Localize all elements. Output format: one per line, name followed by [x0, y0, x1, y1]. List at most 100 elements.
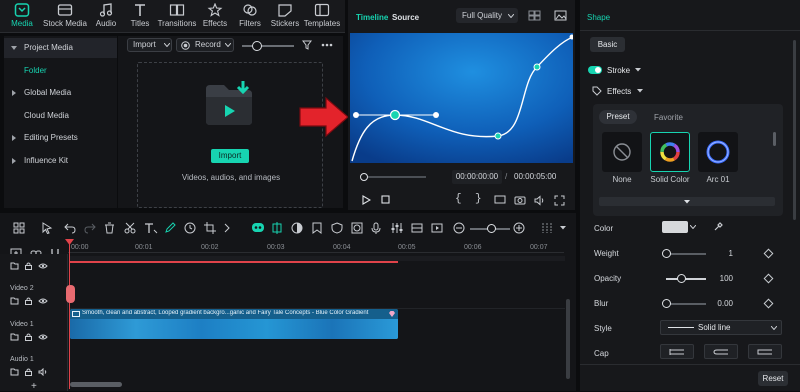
- mask-icon[interactable]: [351, 222, 363, 234]
- snapshot-image-icon[interactable]: [554, 10, 567, 21]
- folder-icon[interactable]: [10, 368, 19, 376]
- lock-icon[interactable]: [24, 262, 33, 270]
- cap-butt-option[interactable]: [660, 344, 694, 359]
- playhead[interactable]: [69, 239, 70, 389]
- import-button[interactable]: Import: [211, 149, 249, 163]
- tab-basic[interactable]: Basic: [590, 37, 625, 52]
- snapshot-icon[interactable]: [411, 222, 423, 234]
- keyframe-diamond-icon[interactable]: [763, 248, 774, 259]
- pen-draw-icon[interactable]: [164, 222, 176, 234]
- mark-out-icon[interactable]: }: [475, 193, 482, 205]
- ai-smart-icon[interactable]: [251, 221, 265, 234]
- preset-arc-01[interactable]: [698, 132, 738, 172]
- tab-preset[interactable]: Preset: [599, 110, 637, 124]
- split-scissors-icon[interactable]: [124, 222, 136, 234]
- import-dropdown[interactable]: Import: [127, 38, 172, 52]
- nav-templates[interactable]: Templates: [301, 2, 343, 32]
- cap-round-option[interactable]: [704, 344, 738, 359]
- audio-mixer-icon[interactable]: [391, 222, 403, 234]
- weight-slider-knob[interactable]: [662, 249, 671, 258]
- sidebar-item-folder[interactable]: Folder: [4, 61, 117, 81]
- mark-in-icon[interactable]: {: [455, 193, 462, 205]
- panel-scrollbar[interactable]: [793, 40, 796, 220]
- stroke-toggle[interactable]: [588, 66, 602, 74]
- blur-slider[interactable]: [666, 303, 706, 305]
- eye-icon[interactable]: [38, 262, 48, 270]
- sidebar-item-project-media[interactable]: Project Media: [4, 38, 117, 58]
- text-tool-icon[interactable]: [144, 222, 158, 234]
- opacity-slider[interactable]: [666, 278, 706, 280]
- preview-canvas[interactable]: [350, 33, 573, 163]
- preset-none[interactable]: [602, 132, 642, 172]
- track-layout-icon[interactable]: [541, 222, 553, 234]
- zoom-out-icon[interactable]: [453, 222, 465, 234]
- opacity-slider-knob[interactable]: [677, 274, 686, 283]
- lock-icon[interactable]: [24, 297, 33, 305]
- nav-titles[interactable]: Titles: [120, 2, 160, 32]
- lock-icon[interactable]: [24, 333, 33, 341]
- cap-square-option[interactable]: [748, 344, 782, 359]
- playhead-handle[interactable]: [66, 285, 75, 303]
- thumbnail-size-knob[interactable]: [252, 41, 262, 51]
- color-swatch[interactable]: [662, 221, 688, 233]
- delete-trash-icon[interactable]: [104, 222, 115, 234]
- weight-value[interactable]: 1: [717, 249, 733, 258]
- shield-icon[interactable]: [331, 222, 343, 234]
- chevron-down-icon[interactable]: [690, 225, 696, 229]
- marker-icon[interactable]: [311, 222, 323, 234]
- color-match-icon[interactable]: [291, 222, 303, 234]
- folder-icon[interactable]: [10, 333, 19, 341]
- volume-icon[interactable]: [534, 195, 545, 206]
- fullscreen-icon[interactable]: [554, 195, 565, 206]
- reset-button[interactable]: Reset: [758, 371, 788, 386]
- timeline-zoom-knob[interactable]: [487, 224, 496, 233]
- zoom-in-icon[interactable]: [513, 222, 525, 234]
- render-preview-icon[interactable]: [431, 222, 443, 234]
- crop-icon[interactable]: [204, 222, 216, 234]
- weight-slider[interactable]: [666, 253, 706, 255]
- thumbnail-size-slider[interactable]: [242, 45, 294, 47]
- add-icon[interactable]: +: [31, 381, 37, 392]
- more-tools-icon[interactable]: [223, 222, 231, 234]
- sidebar-item-cloud-media[interactable]: Cloud Media: [4, 106, 117, 126]
- nav-filters[interactable]: Filters: [230, 2, 270, 32]
- keyframe-diamond-icon[interactable]: [763, 273, 774, 284]
- tab-timeline[interactable]: Timeline: [356, 13, 388, 22]
- media-drop-zone[interactable]: Import Videos, audios, and images: [137, 62, 323, 208]
- eye-icon[interactable]: [38, 333, 48, 341]
- nav-stickers[interactable]: Stickers: [265, 2, 305, 32]
- keyframe-diamond-icon[interactable]: [763, 298, 774, 309]
- speed-clock-icon[interactable]: [184, 222, 196, 234]
- scrubber-track[interactable]: [368, 176, 426, 178]
- folder-icon[interactable]: [10, 297, 19, 305]
- grid-view-icon[interactable]: [528, 10, 541, 21]
- filter-funnel-icon[interactable]: [302, 40, 312, 50]
- speaker-icon[interactable]: [38, 368, 48, 376]
- sidebar-item-influence-kit[interactable]: Influence Kit: [4, 151, 117, 171]
- nav-transitions[interactable]: Transitions: [157, 2, 197, 32]
- video-clip[interactable]: Smooth, clean and abstract, Looped gradi…: [70, 309, 398, 339]
- eyedropper-icon[interactable]: [713, 222, 723, 232]
- scrubber-handle[interactable]: [360, 173, 368, 181]
- line-style-dropdown[interactable]: Solid line: [660, 320, 782, 335]
- expand-presets-button[interactable]: [599, 197, 775, 206]
- chevron-down-icon[interactable]: [560, 226, 566, 230]
- select-pointer-icon[interactable]: [42, 222, 53, 234]
- nav-effects[interactable]: Effects: [195, 2, 235, 32]
- sidebar-item-global-media[interactable]: Global Media: [4, 83, 117, 103]
- microphone-icon[interactable]: [371, 222, 381, 234]
- tab-favorite[interactable]: Favorite: [654, 113, 683, 122]
- opacity-value[interactable]: 100: [711, 274, 733, 283]
- blur-value[interactable]: 0.00: [711, 299, 733, 308]
- quality-dropdown[interactable]: Full Quality: [456, 8, 518, 23]
- stop-icon[interactable]: [381, 195, 390, 205]
- more-options-icon[interactable]: [321, 43, 333, 47]
- timeline-horizontal-scrollbar[interactable]: [70, 382, 122, 387]
- redo-icon[interactable]: [84, 222, 96, 234]
- preset-solid-color[interactable]: [650, 132, 690, 172]
- fullscreen-display-icon[interactable]: [494, 195, 506, 205]
- chevron-down-icon[interactable]: [637, 89, 643, 93]
- record-dropdown[interactable]: Record: [176, 38, 234, 52]
- layout-grid-icon[interactable]: [13, 222, 25, 234]
- lock-icon[interactable]: [24, 368, 33, 376]
